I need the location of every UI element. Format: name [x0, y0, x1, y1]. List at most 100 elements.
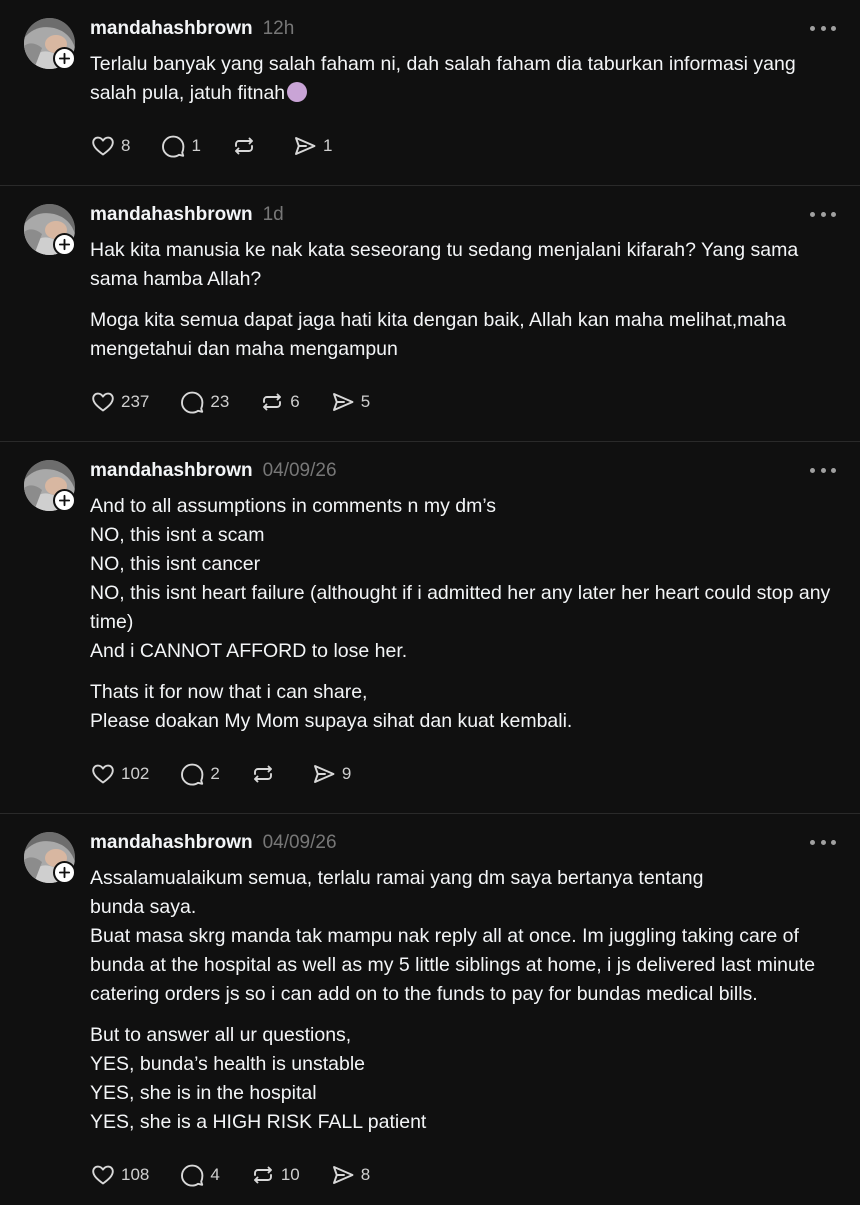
thread-post: mandahashbrown 04/09/26 And to all assum… [0, 442, 860, 814]
repost-count: 10 [280, 1165, 300, 1184]
username[interactable]: mandahashbrown [90, 204, 253, 226]
post-text: But to answer all ur questions, YES, bun… [90, 1024, 427, 1133]
repost-icon [253, 1166, 272, 1184]
timestamp[interactable]: 04/09/26 [263, 460, 337, 482]
reply-button[interactable]: 2 [179, 761, 220, 787]
post-text: Moga kita semua dapat jaga hati kita den… [90, 309, 786, 360]
post-header: mandahashbrown 04/09/26 [90, 459, 836, 483]
heart-icon [92, 764, 114, 784]
reply-count: 23 [210, 392, 230, 411]
post-actions: 8 1 1 [90, 131, 836, 161]
reply-count: 2 [210, 764, 220, 783]
like-count: 8 [121, 136, 131, 155]
post-body: Hak kita manusia ke nak kata seseorang t… [90, 236, 836, 364]
more-dots-icon [810, 211, 815, 217]
timestamp[interactable]: 04/09/26 [263, 832, 337, 854]
follow-button[interactable] [53, 861, 76, 884]
plus-icon [58, 52, 71, 65]
reply-count: 1 [191, 136, 201, 155]
comment-icon [181, 391, 204, 414]
send-icon [332, 393, 354, 411]
more-options-button[interactable] [810, 832, 836, 852]
more-options-button[interactable] [810, 204, 836, 224]
username[interactable]: mandahashbrown [90, 18, 253, 40]
avatar-container[interactable] [24, 460, 76, 512]
username[interactable]: mandahashbrown [90, 460, 253, 482]
post-text: Hak kita manusia ke nak kata seseorang t… [90, 239, 799, 290]
repost-button[interactable] [231, 133, 262, 159]
reply-count: 4 [210, 1165, 220, 1184]
post-actions: 102 2 9 [90, 759, 836, 789]
repost-icon [234, 137, 253, 155]
more-dots-icon [810, 839, 815, 845]
send-icon [332, 1166, 354, 1184]
post-text: And to all assumptions in comments n my … [90, 495, 831, 662]
plus-icon [58, 494, 71, 507]
follow-button[interactable] [53, 489, 76, 512]
like-count: 102 [121, 764, 150, 783]
comment-icon [181, 763, 204, 786]
plus-icon [58, 238, 71, 251]
follow-button[interactable] [53, 233, 76, 256]
heart-icon [92, 136, 114, 156]
more-dots-icon [810, 467, 815, 473]
like-button[interactable]: 102 [90, 761, 149, 787]
thread-feed: mandahashbrown 12h Terlalu banyak yang s… [0, 0, 860, 1205]
post-content: mandahashbrown 1d Hak kita manusia ke na… [90, 186, 836, 417]
post-text: Assalamualaikum semua, terlalu ramai yan… [90, 867, 816, 1005]
repost-count: 6 [290, 392, 300, 411]
repost-button[interactable] [250, 761, 281, 787]
comment-icon [181, 1164, 204, 1187]
post-actions: 108 4 10 8 [90, 1160, 836, 1190]
post-body: And to all assumptions in comments n my … [90, 492, 836, 736]
repost-button[interactable]: 6 [259, 389, 300, 415]
share-button[interactable]: 1 [292, 133, 332, 159]
post-content: mandahashbrown 04/09/26 Assalamualaikum … [90, 814, 836, 1190]
post-header: mandahashbrown 1d [90, 203, 836, 227]
timestamp[interactable]: 1d [263, 204, 284, 226]
avatar-container[interactable] [24, 832, 76, 884]
reply-button[interactable]: 23 [179, 389, 229, 415]
share-count: 8 [360, 1165, 371, 1184]
repost-button[interactable]: 10 [250, 1162, 300, 1188]
avatar-container[interactable] [24, 204, 76, 256]
more-options-button[interactable] [810, 18, 836, 38]
avatar-container[interactable] [24, 18, 76, 70]
share-count: 5 [360, 392, 371, 411]
post-header: mandahashbrown 12h [90, 17, 836, 41]
post-actions: 237 23 6 5 [90, 387, 836, 417]
like-button[interactable]: 108 [90, 1162, 149, 1188]
post-body: Assalamualaikum semua, terlalu ramai yan… [90, 864, 836, 1137]
share-button[interactable]: 9 [311, 761, 351, 787]
repost-icon [253, 765, 272, 783]
reply-button[interactable]: 1 [160, 133, 201, 159]
like-count: 108 [121, 1165, 150, 1184]
send-icon [313, 765, 335, 783]
reply-button[interactable]: 4 [179, 1162, 220, 1188]
post-text-line: Terlalu banyak yang salah faham ni, dah … [90, 50, 836, 108]
like-count: 237 [121, 392, 150, 411]
heart-icon [92, 1165, 114, 1185]
more-options-button[interactable] [810, 460, 836, 480]
comment-icon [162, 135, 185, 158]
share-count: 1 [322, 136, 333, 155]
post-content: mandahashbrown 12h Terlalu banyak yang s… [90, 0, 836, 161]
follow-button[interactable] [53, 47, 76, 70]
username[interactable]: mandahashbrown [90, 832, 253, 854]
like-button[interactable]: 237 [90, 389, 149, 415]
share-count: 9 [341, 764, 352, 783]
like-button[interactable]: 8 [90, 133, 130, 159]
share-button[interactable]: 5 [330, 389, 370, 415]
post-body: Terlalu banyak yang salah faham ni, dah … [90, 50, 836, 108]
post-header: mandahashbrown 04/09/26 [90, 831, 836, 855]
share-button[interactable]: 8 [330, 1162, 370, 1188]
timestamp[interactable]: 12h [263, 18, 295, 40]
thread-post: mandahashbrown 1d Hak kita manusia ke na… [0, 186, 860, 442]
person-shrugging-emoji [287, 82, 308, 102]
more-dots-icon [810, 25, 815, 31]
send-icon [294, 137, 316, 155]
thread-post: mandahashbrown 12h Terlalu banyak yang s… [0, 0, 860, 186]
repost-icon [263, 393, 282, 411]
heart-icon [92, 392, 114, 412]
post-content: mandahashbrown 04/09/26 And to all assum… [90, 442, 836, 789]
